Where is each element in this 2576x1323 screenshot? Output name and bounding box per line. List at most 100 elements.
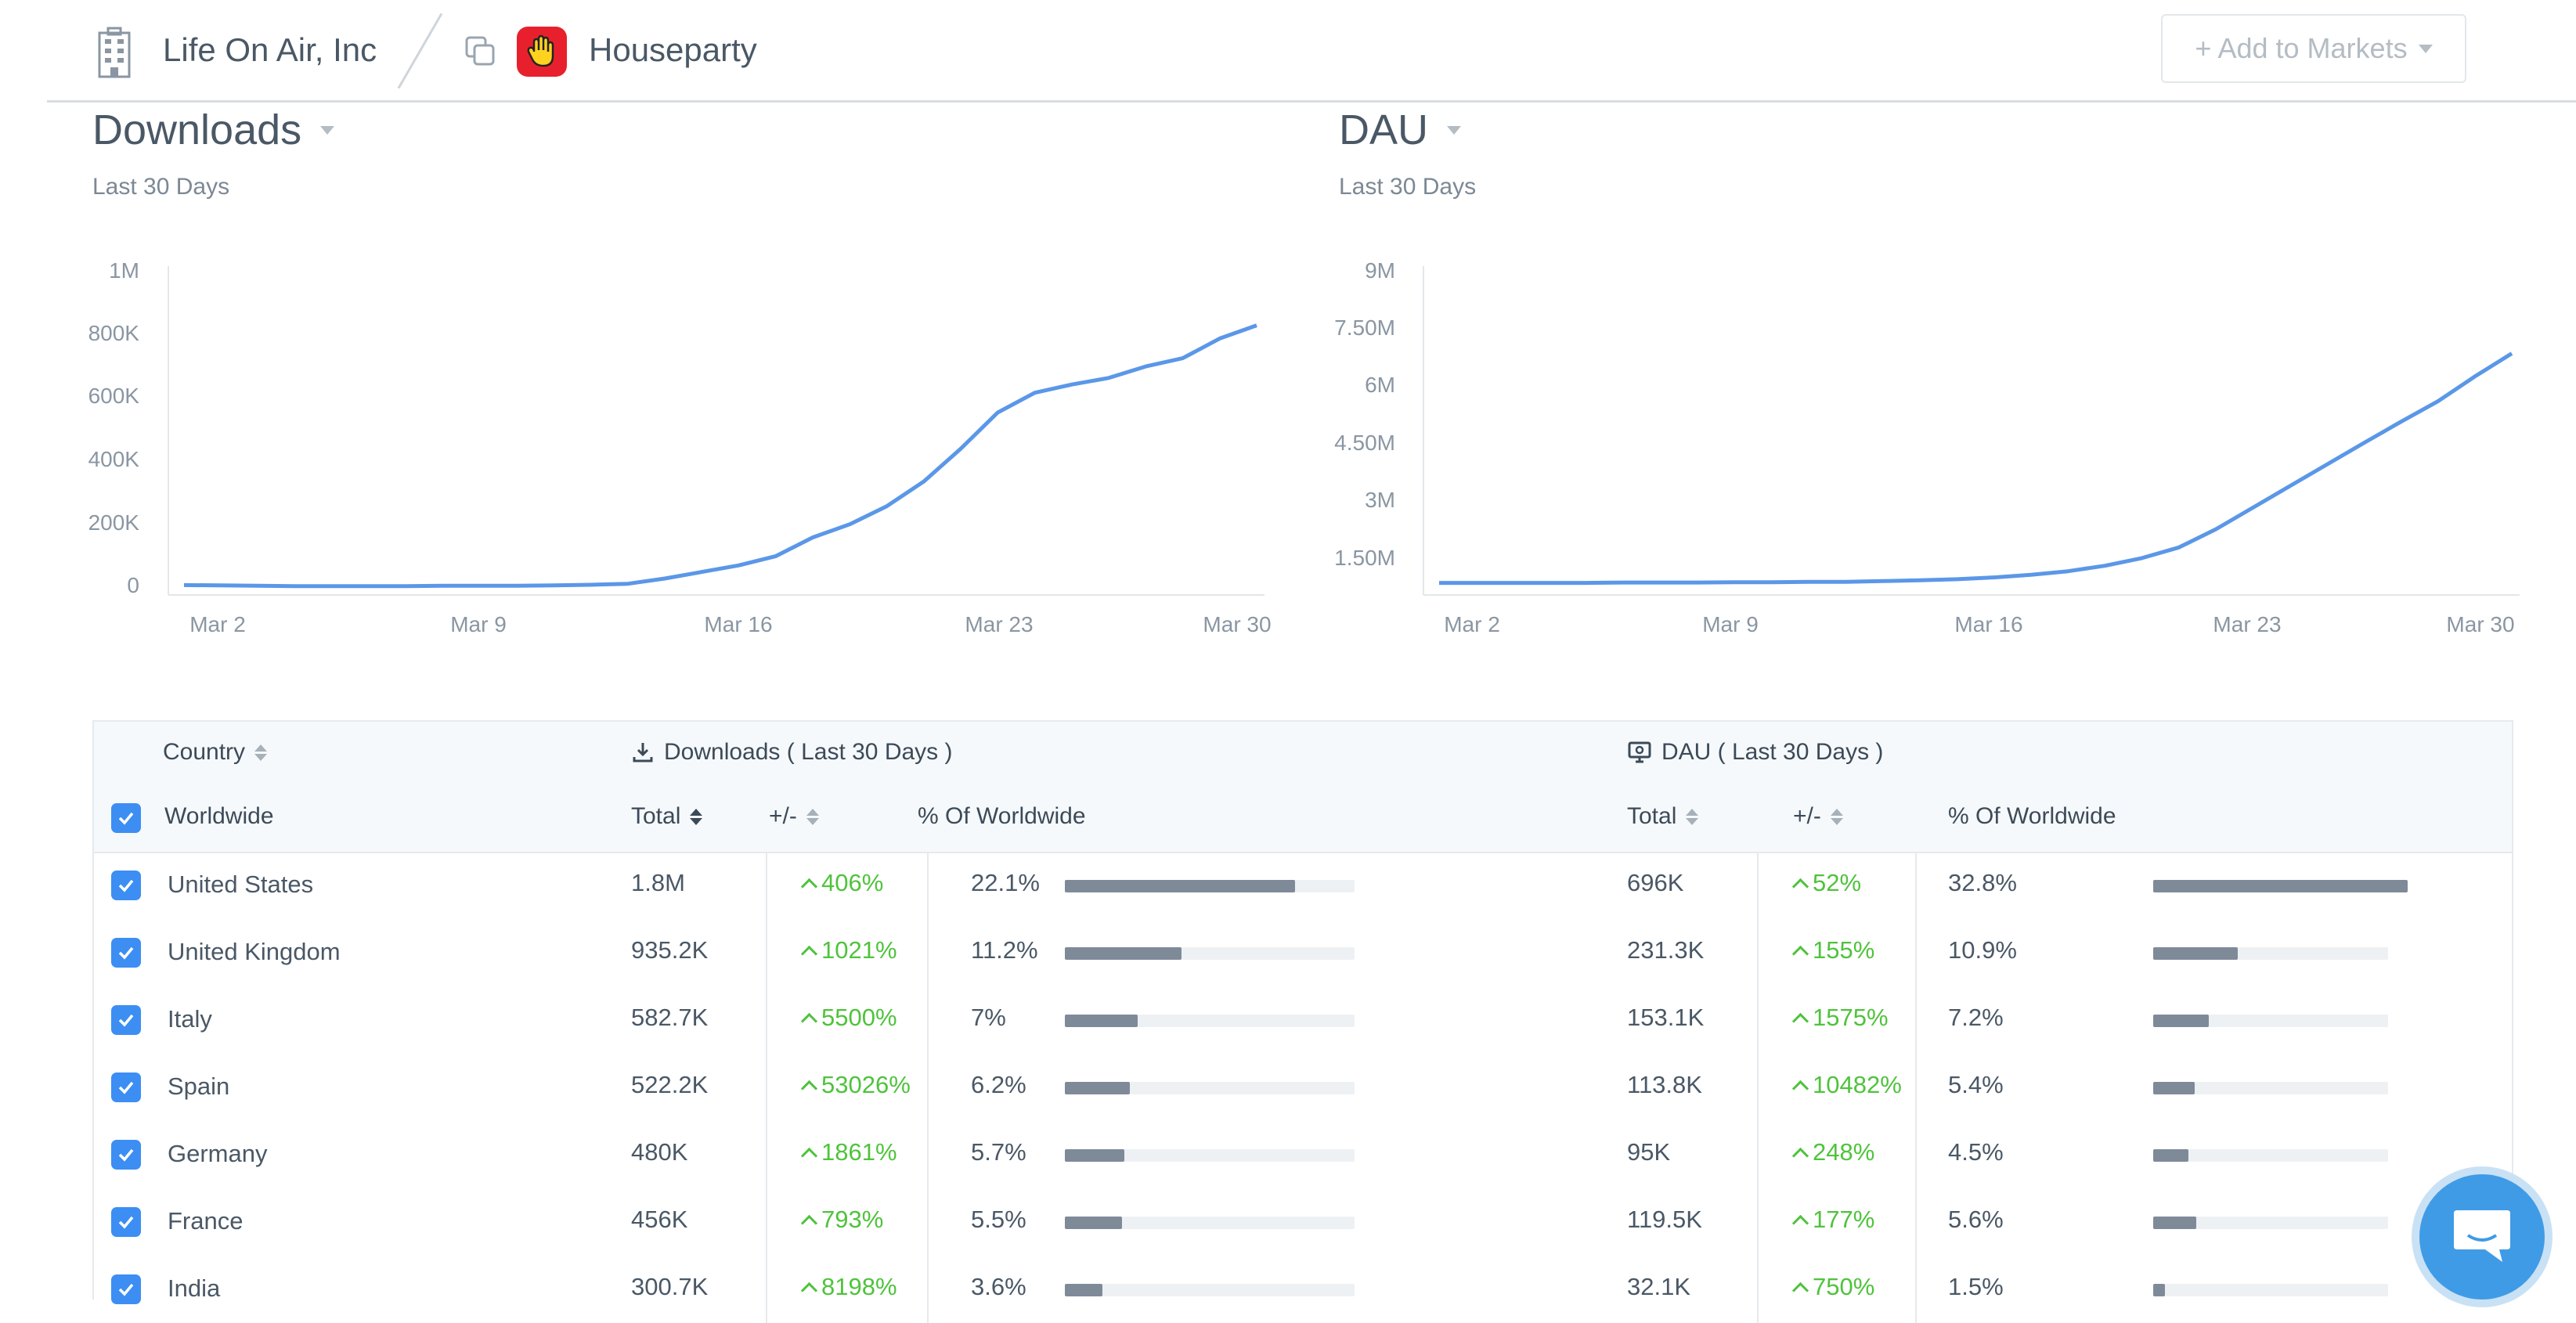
worldwide-checkbox[interactable] [111,803,141,833]
downloads-total: 1.8M [631,869,685,896]
downloads-pct: 11.2% [971,936,1038,964]
table-row[interactable]: France 456K 793% 5.5% 119.5K 177% 5.6% [94,1188,2512,1256]
copy-icon[interactable] [464,34,498,69]
dau-change: 177% [1791,1206,1874,1234]
downloads-chart-subtitle: Last 30 Days [92,174,230,200]
dau-pct: 5.6% [1948,1206,2004,1233]
column-divider [1915,1054,1917,1121]
arrow-up-icon [800,1012,818,1029]
downloads-share-bar [1065,1284,1355,1296]
header-divider [47,100,2576,103]
column-divider [927,919,929,986]
row-checkbox[interactable] [111,1140,141,1170]
app-name[interactable]: Houseparty [589,31,757,69]
column-divider [766,986,767,1054]
row-checkbox[interactable] [111,1274,141,1304]
downloads-change: 1021% [800,936,897,964]
downloads-total-header[interactable]: Total [631,803,703,830]
country-name: United States [168,871,314,898]
chat-launcher-button[interactable] [2419,1174,2545,1300]
row-checkbox[interactable] [111,938,141,968]
downloads-share-fill [1065,1217,1122,1229]
dau-total-label: Total [1627,803,1677,829]
dau-total-header[interactable]: Total [1627,803,1699,830]
downloads-pct: 5.5% [971,1206,1026,1233]
dau-share-bar [2153,1015,2388,1027]
downloads-share-bar [1065,1217,1355,1229]
dau-share-bar [2153,1284,2388,1296]
column-divider [766,852,767,919]
y-tick-label: 1M [109,258,139,283]
company-name-link[interactable]: Life On Air, Inc [163,31,377,69]
country-header-label: Country [163,739,246,765]
row-checkbox[interactable] [111,1005,141,1035]
dau-change-value: 52% [1813,869,1862,896]
table-row[interactable]: Germany 480K 1861% 5.7% 95K 248% 4.5% [94,1121,2512,1188]
downloads-chart-title[interactable]: Downloads [92,106,335,154]
column-divider [1757,1256,1759,1323]
downloads-total: 456K [631,1206,688,1233]
x-tick-label: Mar 23 [2213,612,2282,636]
country-name: India [168,1274,221,1302]
download-icon [633,743,653,762]
downloads-group-header: Downloads ( Last 30 Days ) [631,739,953,766]
row-checkbox[interactable] [111,1207,141,1237]
downloads-change: 793% [800,1206,883,1234]
dau-chart-title[interactable]: DAU [1339,106,1462,154]
arrow-up-icon [800,1214,818,1231]
downloads-line-chart [168,266,1265,596]
column-divider [1757,986,1759,1054]
table-row[interactable]: India 300.7K 8198% 3.6% 32.1K 750% 1.5% [94,1256,2512,1323]
country-name: United Kingdom [168,938,341,965]
downloads-change-value: 1861% [821,1138,897,1166]
chevron-down-icon [1447,125,1462,135]
dau-total: 696K [1627,869,1684,896]
dau-change-value: 155% [1813,936,1875,964]
breadcrumb-divider [397,13,443,89]
add-to-markets-label: + Add to Markets [2195,32,2408,64]
x-tick-label: Mar 30 [2446,612,2515,636]
downloads-pct: 7% [971,1004,1006,1031]
dau-group-header: DAU ( Last 30 Days ) [1627,739,1883,766]
dau-change-value: 248% [1813,1138,1875,1166]
dau-change-label: +/- [1793,803,1821,829]
y-tick-label: 1.50M [1334,546,1395,570]
country-name: Germany [168,1140,268,1167]
x-tick-label: Mar 2 [189,612,246,636]
dau-pct-header: % Of Worldwide [1948,803,2116,829]
downloads-change-header[interactable]: +/- [769,803,819,830]
downloads-share-fill [1065,880,1295,892]
dau-change-header[interactable]: +/- [1793,803,1843,830]
row-checkbox[interactable] [111,1072,141,1102]
column-divider [766,1121,767,1188]
dau-group-label: DAU ( Last 30 Days ) [1661,739,1884,765]
dau-change: 52% [1791,869,1862,897]
country-column-header[interactable]: Country [163,739,268,766]
dau-change-value: 750% [1813,1273,1875,1300]
x-tick-label: Mar 16 [704,612,773,636]
arrow-up-icon [1791,1282,1809,1299]
downloads-change: 1861% [800,1138,897,1166]
table-row[interactable]: United States 1.8M 406% 22.1% 696K 52% 32.8% [94,852,2512,919]
downloads-share-fill [1065,1082,1130,1094]
dau-total: 95K [1627,1138,1671,1166]
arrow-up-icon [1791,1214,1809,1231]
downloads-change-value: 53026% [821,1071,911,1098]
table-row[interactable]: Italy 582.7K 5500% 7% 153.1K 1575% 7.2% [94,986,2512,1054]
downloads-share-fill [1065,1149,1124,1162]
downloads-change-value: 8198% [821,1273,897,1300]
table-row[interactable]: United Kingdom 935.2K 1021% 11.2% 231.3K 155%… [94,919,2512,986]
arrow-up-icon [800,1282,818,1299]
add-to-markets-button[interactable]: + Add to Markets [2161,14,2466,83]
dau-share-fill [2153,1284,2165,1296]
column-divider [1915,1256,1917,1323]
row-checkbox[interactable] [111,871,141,900]
top-header: Life On Air, Inc Houseparty + Add to Mar… [0,0,2576,102]
x-tick-label: Mar 30 [1203,612,1272,636]
dau-pct: 4.5% [1948,1138,2004,1166]
table-row[interactable]: Spain 522.2K 53026% 6.2% 113.8K 10482% 5.4% [94,1054,2512,1121]
dau-total: 113.8K [1627,1071,1702,1098]
dau-change: 750% [1791,1273,1875,1301]
dau-share-bar [2153,1217,2388,1229]
monitor-icon [1628,741,1651,763]
